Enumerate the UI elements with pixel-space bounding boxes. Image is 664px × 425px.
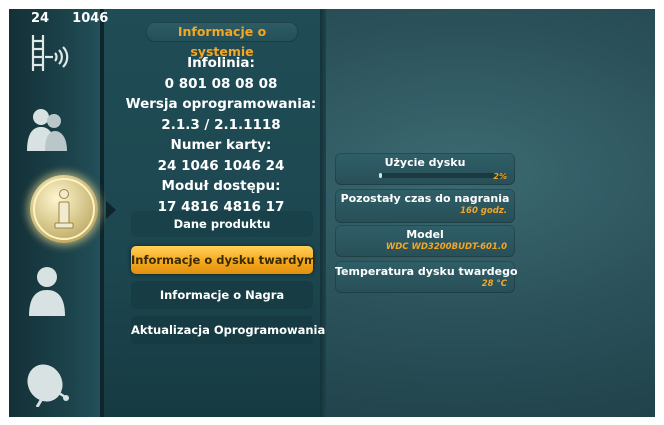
disk-usage-box: Użycie dysku 2%	[335, 153, 515, 185]
channel-name: 1046	[72, 11, 109, 26]
disk-temperature-value: 28 °C	[481, 279, 507, 289]
channel-number: 24	[31, 11, 50, 26]
channel-info: 24 1046	[31, 11, 108, 26]
menu-item-hard-disk-info[interactable]: Informacje o dysku twardym	[131, 246, 316, 274]
remaining-time-value: 160 godz.	[460, 206, 507, 216]
system-info: Infolinia: 0 801 08 08 08 Wersja oprogra…	[119, 53, 323, 217]
selection-pointer	[106, 201, 116, 219]
disk-usage-label: Użycie dysku	[384, 156, 466, 169]
menu-item-nagra-info[interactable]: Informacje o Nagra	[131, 281, 313, 309]
family-icon[interactable]	[25, 105, 69, 153]
remaining-time-box: Pozostały czas do nagrania 160 godz.	[335, 189, 515, 223]
menu-item-product-data[interactable]: Dane produktu	[131, 211, 313, 237]
info-icon[interactable]	[30, 175, 98, 243]
satellite-dish-icon[interactable]	[23, 361, 75, 408]
disk-usage-bar	[379, 173, 505, 178]
hotline-value: 0 801 08 08 08	[164, 75, 278, 92]
access-module-label: Moduł dostępu:	[161, 178, 281, 194]
disk-usage-percent: 2%	[493, 172, 507, 181]
person-icon[interactable]	[27, 264, 67, 318]
disk-model-value: WDC WD3200BUDT-601.0	[385, 242, 507, 252]
software-version-label: Wersja oprogramowania:	[125, 96, 317, 112]
disk-model-label: Model	[406, 228, 444, 241]
section-title: Informacje o systemie	[146, 22, 298, 59]
disk-temperature-box: Temperatura dysku twardego 28 °C	[335, 261, 518, 293]
card-number-label: Numer karty:	[170, 137, 272, 153]
disk-usage-fill	[379, 173, 382, 178]
antenna-icon[interactable]	[27, 31, 71, 73]
remaining-time-label: Pozostały czas do nagrania	[340, 192, 510, 205]
disk-temperature-label: Temperatura dysku twardego	[335, 265, 518, 278]
hotline-label: Infolinia:	[187, 55, 255, 71]
card-number-value: 24 1046 1046 24	[157, 157, 285, 174]
tv-screen: 24 1046 Informacje o systemie Infolinia:…	[9, 9, 655, 417]
menu-item-software-update[interactable]: Aktualizacja Oprogramowania	[131, 316, 325, 344]
software-version-value: 2.1.3 / 2.1.1118	[161, 116, 281, 133]
disk-model-box: Model WDC WD3200BUDT-601.0	[335, 225, 515, 257]
